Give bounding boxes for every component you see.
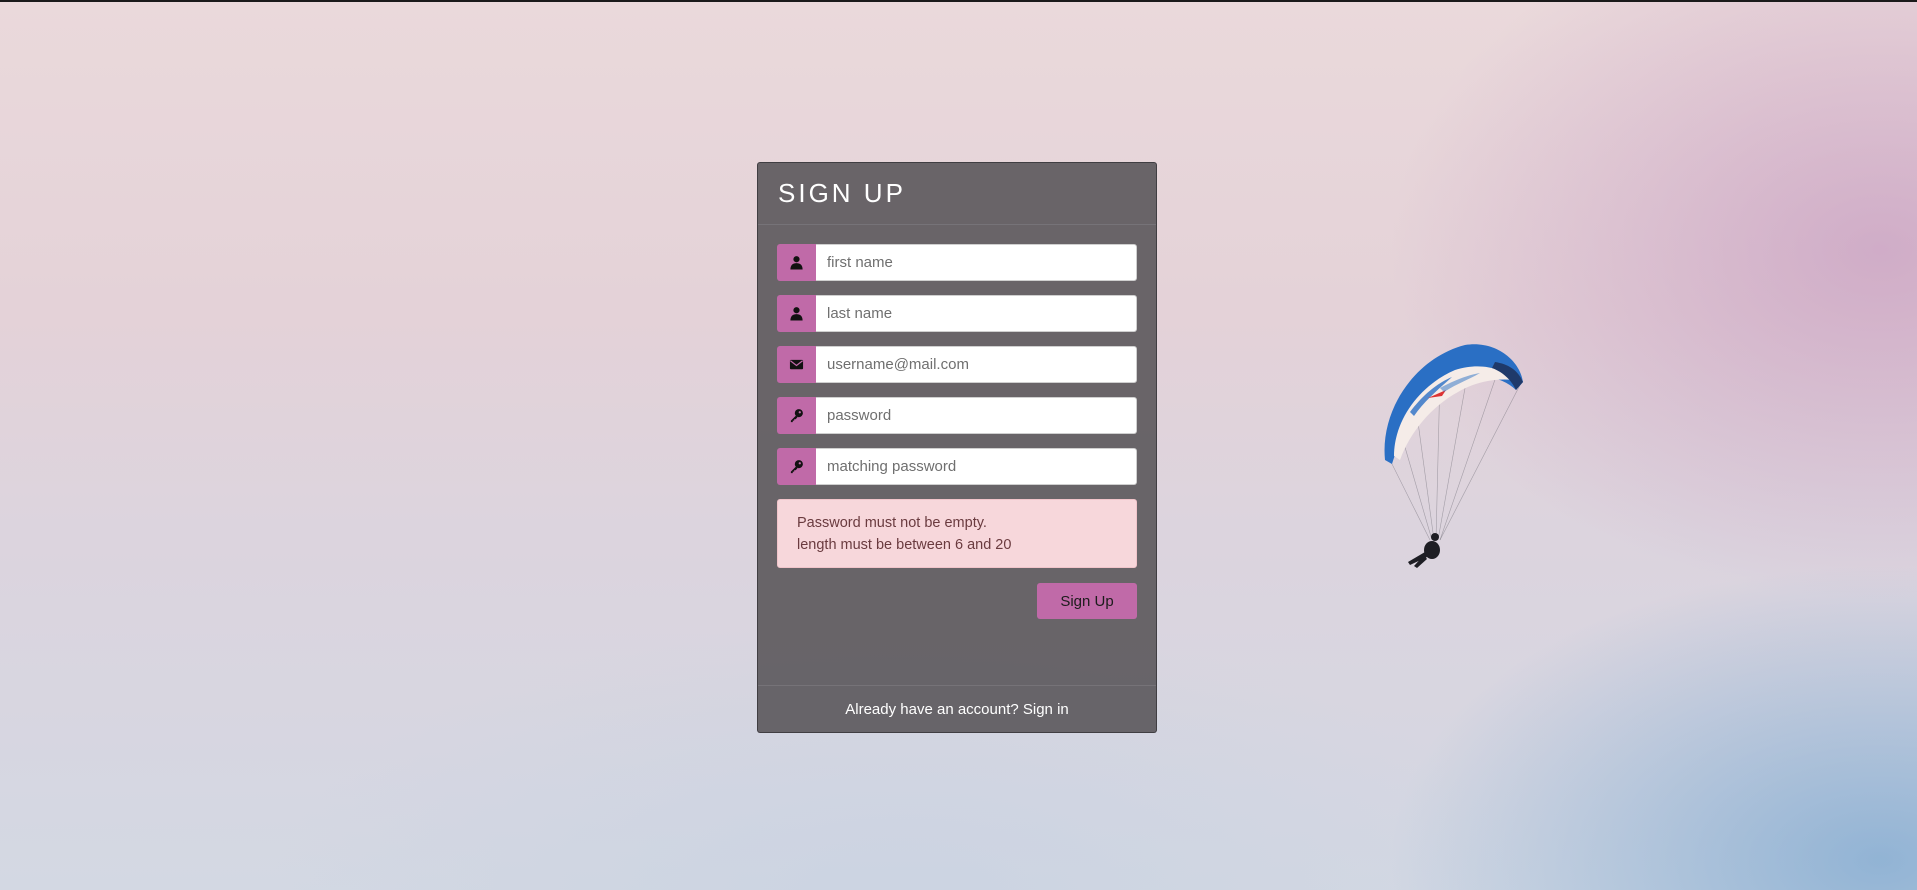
user-icon: [777, 295, 816, 332]
signup-card: SIGN UP first name last name username@ma…: [757, 162, 1157, 733]
signup-form: Password must not be empty. length must …: [758, 225, 1156, 619]
sign-in-link[interactable]: Sign in: [1023, 701, 1069, 718]
sign-up-button[interactable]: Sign Up: [1037, 583, 1137, 619]
last-name-input[interactable]: [816, 295, 1137, 332]
page-title: SIGN UP: [778, 178, 906, 208]
error-message: length must be between 6 and 20: [797, 537, 1012, 553]
envelope-icon: [777, 346, 816, 383]
card-header: SIGN UP: [758, 163, 1156, 225]
user-icon: [777, 244, 816, 281]
last-name-group: [777, 295, 1137, 332]
error-message: Password must not be empty.: [797, 515, 987, 531]
first-name-group: [777, 244, 1137, 281]
matching-password-group: [777, 448, 1137, 485]
password-error-alert: Password must not be empty. length must …: [777, 499, 1137, 568]
button-row: Sign Up: [777, 583, 1137, 619]
matching-password-input[interactable]: [816, 448, 1137, 485]
signin-prompt: Already have an account?: [845, 700, 1019, 718]
key-icon: [777, 397, 816, 434]
password-group: [777, 397, 1137, 434]
paraglider-image: [1384, 344, 1523, 568]
key-icon: [777, 448, 816, 485]
password-input[interactable]: [816, 397, 1137, 434]
card-footer: Already have an account? Sign in: [758, 685, 1156, 732]
first-name-input[interactable]: [816, 244, 1137, 281]
email-group: [777, 346, 1137, 383]
email-input[interactable]: [816, 346, 1137, 383]
